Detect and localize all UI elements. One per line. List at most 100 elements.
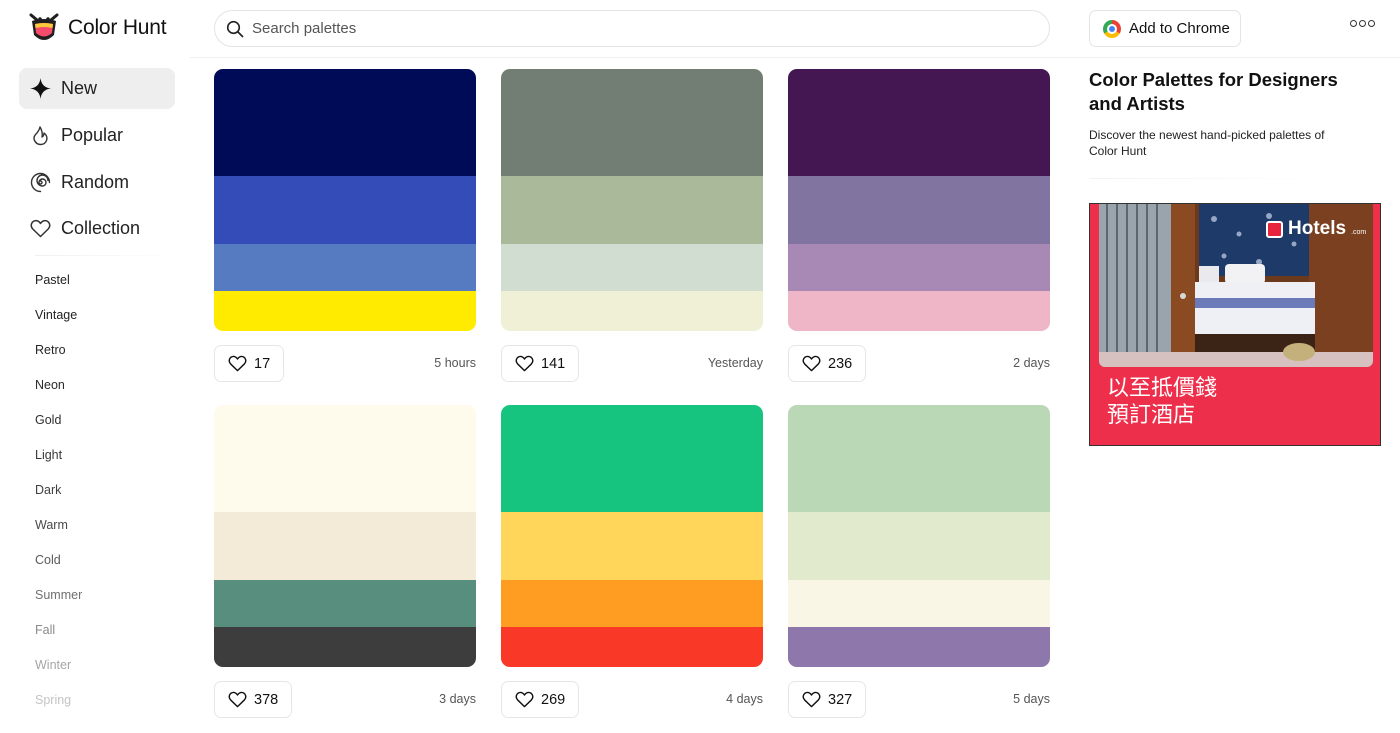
nav-item-new[interactable]: New	[19, 68, 175, 109]
palette-color-2[interactable]	[788, 512, 1050, 580]
palette-card: 17 5 hours	[214, 69, 476, 395]
palette-color-3[interactable]	[501, 580, 763, 627]
palette-swatches[interactable]	[214, 405, 476, 667]
logo[interactable]: Color Hunt	[28, 11, 167, 45]
like-count: 378	[254, 691, 279, 708]
palette-color-4[interactable]	[501, 291, 763, 331]
palette-color-2[interactable]	[788, 176, 1050, 244]
tag-summer[interactable]: Summer	[35, 588, 82, 602]
heart-icon	[802, 355, 821, 372]
dot-icon	[1359, 20, 1366, 27]
palette-color-1[interactable]	[788, 69, 1050, 176]
tag-retro[interactable]: Retro	[35, 343, 66, 357]
palette-color-4[interactable]	[214, 627, 476, 667]
panel-description: Discover the newest hand-picked palettes…	[1089, 128, 1325, 158]
dot-icon	[1368, 20, 1375, 27]
palette-color-4[interactable]	[788, 627, 1050, 667]
search-bar[interactable]	[214, 10, 1050, 47]
like-count: 141	[541, 355, 566, 372]
palette-color-1[interactable]	[501, 405, 763, 512]
palette-color-2[interactable]	[214, 176, 476, 244]
tag-cold[interactable]: Cold	[35, 553, 61, 567]
heart-icon	[515, 691, 534, 708]
palette-color-3[interactable]	[788, 244, 1050, 291]
palette-color-1[interactable]	[214, 405, 476, 512]
palette-age: 4 days	[726, 692, 763, 706]
palette-color-1[interactable]	[788, 405, 1050, 512]
palette-swatches[interactable]	[788, 69, 1050, 331]
add-to-chrome-button[interactable]: Add to Chrome	[1089, 10, 1241, 47]
palette-color-2[interactable]	[501, 176, 763, 244]
palette-swatches[interactable]	[214, 69, 476, 331]
palette-age: Yesterday	[707, 356, 763, 370]
sidebar-divider	[35, 255, 175, 256]
palette-age: 3 days	[439, 692, 476, 706]
like-button[interactable]: 17	[214, 345, 285, 382]
like-button[interactable]: 141	[501, 345, 580, 382]
palette-color-1[interactable]	[214, 69, 476, 176]
nav-item-collection[interactable]: Collection	[19, 208, 175, 249]
tag-light[interactable]: Light	[35, 448, 62, 462]
palette-card: 327 5 days	[788, 405, 1050, 731]
tag-spring[interactable]: Spring	[35, 693, 71, 707]
nav-item-label: New	[61, 78, 98, 98]
palette-color-4[interactable]	[214, 291, 476, 331]
dot-icon	[1350, 20, 1357, 27]
palette-color-2[interactable]	[501, 512, 763, 580]
sparkle-icon	[30, 78, 51, 99]
palette-color-4[interactable]	[788, 291, 1050, 331]
heart-icon	[228, 355, 247, 372]
tag-fall[interactable]: Fall	[35, 623, 55, 637]
palette-swatches[interactable]	[501, 69, 763, 331]
palette-color-3[interactable]	[501, 244, 763, 291]
palette-color-4[interactable]	[501, 627, 763, 667]
palette-color-3[interactable]	[788, 580, 1050, 627]
palette-color-3[interactable]	[214, 244, 476, 291]
nav-item-label: Popular	[61, 125, 124, 145]
palette-color-3[interactable]	[214, 580, 476, 627]
tag-warm[interactable]: Warm	[35, 518, 68, 532]
like-button[interactable]: 236	[788, 345, 867, 382]
palette-swatches[interactable]	[788, 405, 1050, 667]
tag-vintage[interactable]: Vintage	[35, 308, 77, 322]
palette-color-2[interactable]	[214, 512, 476, 580]
palette-card: 378 3 days	[214, 405, 476, 731]
heart-icon	[228, 691, 247, 708]
more-options-button[interactable]	[1350, 20, 1375, 27]
tag-neon[interactable]: Neon	[35, 378, 65, 392]
palette-card: 269 4 days	[501, 405, 763, 731]
like-count: 269	[541, 691, 566, 708]
hotels-logo-icon	[1266, 220, 1283, 238]
add-to-chrome-label: Add to Chrome	[1129, 20, 1230, 37]
nav-item-random[interactable]: Random	[19, 162, 175, 203]
tag-dark[interactable]: Dark	[35, 483, 61, 497]
ad-line-1: 以至抵價錢	[1107, 375, 1218, 400]
tag-winter[interactable]: Winter	[35, 658, 71, 672]
panel-title: Color Palettes for Designers and Artists	[1089, 69, 1338, 114]
palette-age: 5 hours	[434, 356, 476, 370]
like-button[interactable]: 378	[214, 681, 293, 718]
color-hunt-logo-icon	[28, 11, 60, 45]
palette-swatches[interactable]	[501, 405, 763, 667]
ad-brand-name: Hotels	[1288, 218, 1347, 239]
tag-pastel[interactable]: Pastel	[35, 273, 70, 287]
palette-card: 236 2 days	[788, 69, 1050, 395]
palette-color-1[interactable]	[501, 69, 763, 176]
palette-age: 2 days	[1013, 356, 1050, 370]
like-count: 17	[254, 355, 271, 372]
heart-icon	[515, 355, 534, 372]
tag-gold[interactable]: Gold	[35, 413, 61, 427]
header-divider	[190, 57, 1400, 58]
search-input[interactable]	[252, 20, 1012, 37]
brand-name: Color Hunt	[68, 16, 167, 39]
nav-item-label: Collection	[61, 218, 141, 238]
like-count: 327	[828, 691, 853, 708]
ad-brand-suffix: .com	[1351, 228, 1367, 236]
hotels-ad-banner[interactable]: Hotels .com 以至抵價錢 預訂酒店	[1089, 203, 1381, 446]
hotels-logo: Hotels .com	[1266, 218, 1366, 240]
ad-line-2: 預訂酒店	[1107, 402, 1196, 427]
heart-icon	[802, 691, 821, 708]
nav-item-popular[interactable]: Popular	[19, 115, 175, 156]
like-button[interactable]: 269	[501, 681, 580, 718]
like-button[interactable]: 327	[788, 681, 867, 718]
